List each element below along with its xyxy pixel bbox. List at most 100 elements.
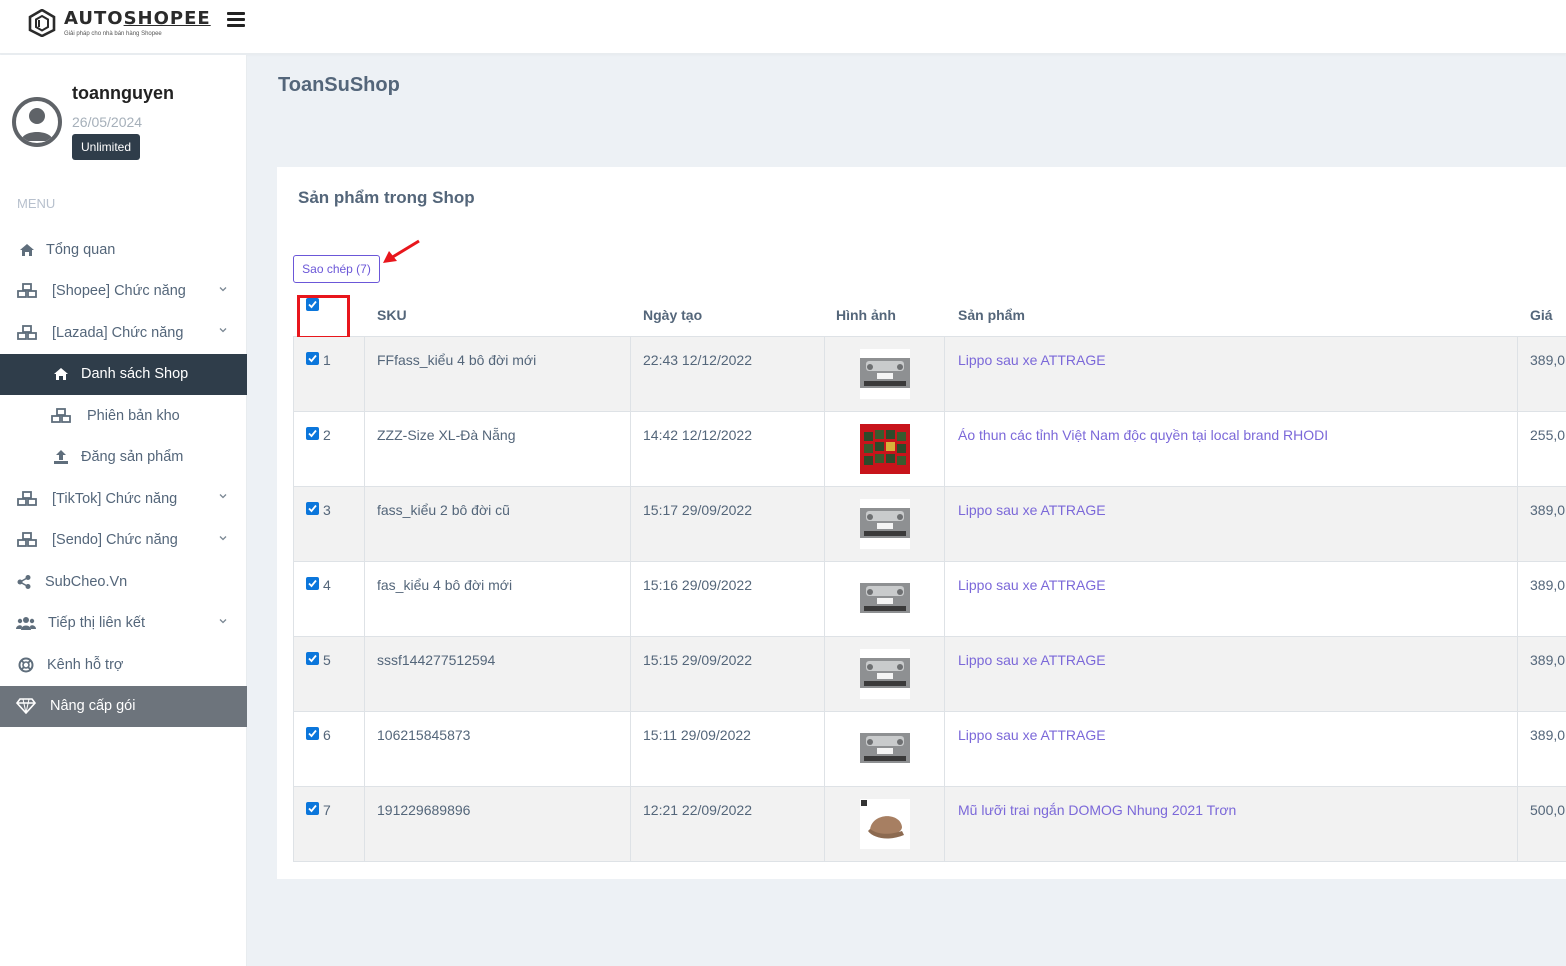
sidebar-item-shopee[interactable]: [Shopee] Chức năng <box>0 271 247 313</box>
sidebar-item-overview[interactable]: Tổng quan <box>0 229 247 271</box>
product-link[interactable]: Mũ lưỡi trai ngắn DOMOG Nhung 2021 Trơn <box>958 802 1236 818</box>
chevron-down-icon <box>219 535 227 540</box>
product-link[interactable]: Lippo sau xe ATTRAGE <box>958 727 1106 743</box>
header-image[interactable]: Hình ảnh <box>836 307 896 323</box>
table-row[interactable]: 2 ZZZ-Size XL-Đà Nẵng 14:42 12/12/2022 Á… <box>293 412 1566 487</box>
sidebar-item-affiliate[interactable]: Tiếp thị liên kết <box>0 603 247 645</box>
product-link[interactable]: Áo thun các tỉnh Việt Nam độc quyền tại … <box>958 427 1328 443</box>
car-rear-photo[interactable] <box>860 499 910 549</box>
sku-cell: fas_kiểu 4 bô đời mới <box>377 577 513 593</box>
sidebar-item-support[interactable]: Kênh hỗ trợ <box>0 644 247 686</box>
table-row[interactable]: 3 fass_kiểu 2 bô đời cũ 15:17 29/09/2022… <box>293 487 1566 562</box>
row-checkbox[interactable] <box>306 652 319 665</box>
cubes-icon <box>16 490 38 507</box>
sidebar-item-upgrade[interactable]: Nâng cấp gói <box>0 685 247 727</box>
user-date: 26/05/2024 <box>72 114 143 130</box>
created-cell: 14:42 12/12/2022 <box>643 427 752 443</box>
row-checkbox[interactable] <box>306 727 319 740</box>
price-cell: 389,0 <box>1530 577 1566 593</box>
sidebar-item-lazada[interactable]: [Lazada] Chức năng <box>0 312 247 354</box>
car-rear-photo[interactable] <box>860 724 910 774</box>
table-row[interactable]: 7 191229689896 12:21 22/09/2022 Mũ lưỡi … <box>293 787 1566 862</box>
product-link[interactable]: Lippo sau xe ATTRAGE <box>958 652 1106 668</box>
sidebar-item-label: [Shopee] Chức năng <box>52 283 186 300</box>
table-row[interactable]: 4 fas_kiểu 4 bô đời mới 15:16 29/09/2022… <box>293 562 1566 637</box>
cubes-icon <box>16 324 38 341</box>
chevron-down-icon <box>219 618 227 623</box>
created-cell: 15:11 29/09/2022 <box>643 727 751 743</box>
sidebar-item-label: Tiếp thị liên kết <box>48 615 145 632</box>
price-cell: 389,0 <box>1530 727 1566 743</box>
car-rear-photo[interactable] <box>860 574 910 624</box>
product-table-body: 1 FFfass_kiểu 4 bô đời mới 22:43 12/12/2… <box>293 337 1566 862</box>
sidebar-item-label: Danh sách Shop <box>81 366 189 383</box>
row-checkbox[interactable] <box>306 427 319 440</box>
price-cell: 255,0 <box>1530 427 1566 443</box>
table-row[interactable]: 5 sssf144277512594 15:15 29/09/2022 Lipp… <box>293 637 1566 712</box>
table-header: SKU Ngày tạo Hình ảnh Sản phẩm Giá <box>293 295 1566 337</box>
logo-text-a: AUTO <box>64 7 124 29</box>
header-sku[interactable]: SKU <box>377 307 407 323</box>
home-icon <box>16 242 38 258</box>
sku-cell: 106215845873 <box>377 727 471 743</box>
hamburger-icon[interactable] <box>227 12 245 28</box>
menu-heading: MENU <box>17 196 56 211</box>
row-number: 7 <box>323 802 331 818</box>
sku-cell: fass_kiểu 2 bô đời cũ <box>377 502 510 518</box>
sidebar-item-subcheo[interactable]: SubCheo.Vn <box>0 561 247 603</box>
logo[interactable]: AUTOSHOPEE Giải pháp cho nhà bán hàng Sh… <box>28 6 211 40</box>
car-rear-photo[interactable] <box>860 349 910 399</box>
highlight-box-annotation <box>297 295 350 339</box>
row-number: 1 <box>323 352 331 368</box>
chevron-down-icon <box>219 328 227 333</box>
price-cell: 389,0 <box>1530 652 1566 668</box>
created-cell: 15:15 29/09/2022 <box>643 652 752 668</box>
product-link[interactable]: Lippo sau xe ATTRAGE <box>958 577 1106 593</box>
row-number: 5 <box>323 652 331 668</box>
price-cell: 500,0 <box>1530 802 1566 818</box>
car-rear-photo[interactable] <box>860 649 910 699</box>
sidebar-item-tiktok[interactable]: [TikTok] Chức năng <box>0 478 247 520</box>
cap-photo[interactable] <box>860 799 910 849</box>
sidebar-item-sendo[interactable]: [Sendo] Chức năng <box>0 520 247 562</box>
created-cell: 22:43 12/12/2022 <box>643 352 752 368</box>
avatar[interactable] <box>12 97 62 147</box>
table-row[interactable]: 6 106215845873 15:11 29/09/2022 Lippo sa… <box>293 712 1566 787</box>
row-checkbox[interactable] <box>306 577 319 590</box>
page-title: ToanSuShop <box>278 74 400 96</box>
created-cell: 15:17 29/09/2022 <box>643 502 752 518</box>
sidebar-item-warehouse[interactable]: Phiên bản kho <box>0 395 247 437</box>
sidebar: toannguyen 26/05/2024 Unlimited MENU Tổn… <box>0 55 247 966</box>
home-icon <box>50 366 72 382</box>
sidebar-item-label: [TikTok] Chức năng <box>52 490 178 507</box>
sidebar-item-upload-product[interactable]: Đăng sản phẩm <box>0 437 247 479</box>
copy-button[interactable]: Sao chép (7) <box>293 255 380 283</box>
sidebar-item-shop-list[interactable]: Danh sách Shop <box>0 353 247 395</box>
plan-badge: Unlimited <box>72 134 141 160</box>
cubes-icon <box>50 407 72 424</box>
row-checkbox[interactable] <box>306 502 319 515</box>
logo-icon <box>28 9 56 37</box>
chevron-down-icon <box>219 286 227 291</box>
sku-cell: sssf144277512594 <box>377 652 496 668</box>
sidebar-item-label: SubCheo.Vn <box>45 573 128 590</box>
row-checkbox[interactable] <box>306 352 319 365</box>
sidebar-item-label: Kênh hỗ trợ <box>47 656 124 673</box>
cubes-icon <box>16 283 38 299</box>
header-created[interactable]: Ngày tạo <box>643 307 702 323</box>
table-row[interactable]: 1 FFfass_kiểu 4 bô đời mới 22:43 12/12/2… <box>293 337 1566 412</box>
header-product[interactable]: Sản phẩm <box>958 307 1025 323</box>
header-price[interactable]: Giá <box>1530 307 1553 323</box>
sidebar-item-label: [Sendo] Chức năng <box>52 532 178 549</box>
sidebar-nav: Tổng quan [Shopee] Chức năng [Lazada] Ch… <box>0 229 247 727</box>
tshirt-collage-photo[interactable] <box>860 424 910 474</box>
row-number: 4 <box>323 577 331 593</box>
product-link[interactable]: Lippo sau xe ATTRAGE <box>958 352 1106 368</box>
row-checkbox[interactable] <box>306 802 319 815</box>
row-number: 3 <box>323 502 331 518</box>
lifebuoy-icon <box>15 657 37 673</box>
created-cell: 12:21 22/09/2022 <box>643 802 752 818</box>
product-link[interactable]: Lippo sau xe ATTRAGE <box>958 502 1106 518</box>
user-icon <box>21 108 53 141</box>
cubes-icon <box>16 532 38 548</box>
